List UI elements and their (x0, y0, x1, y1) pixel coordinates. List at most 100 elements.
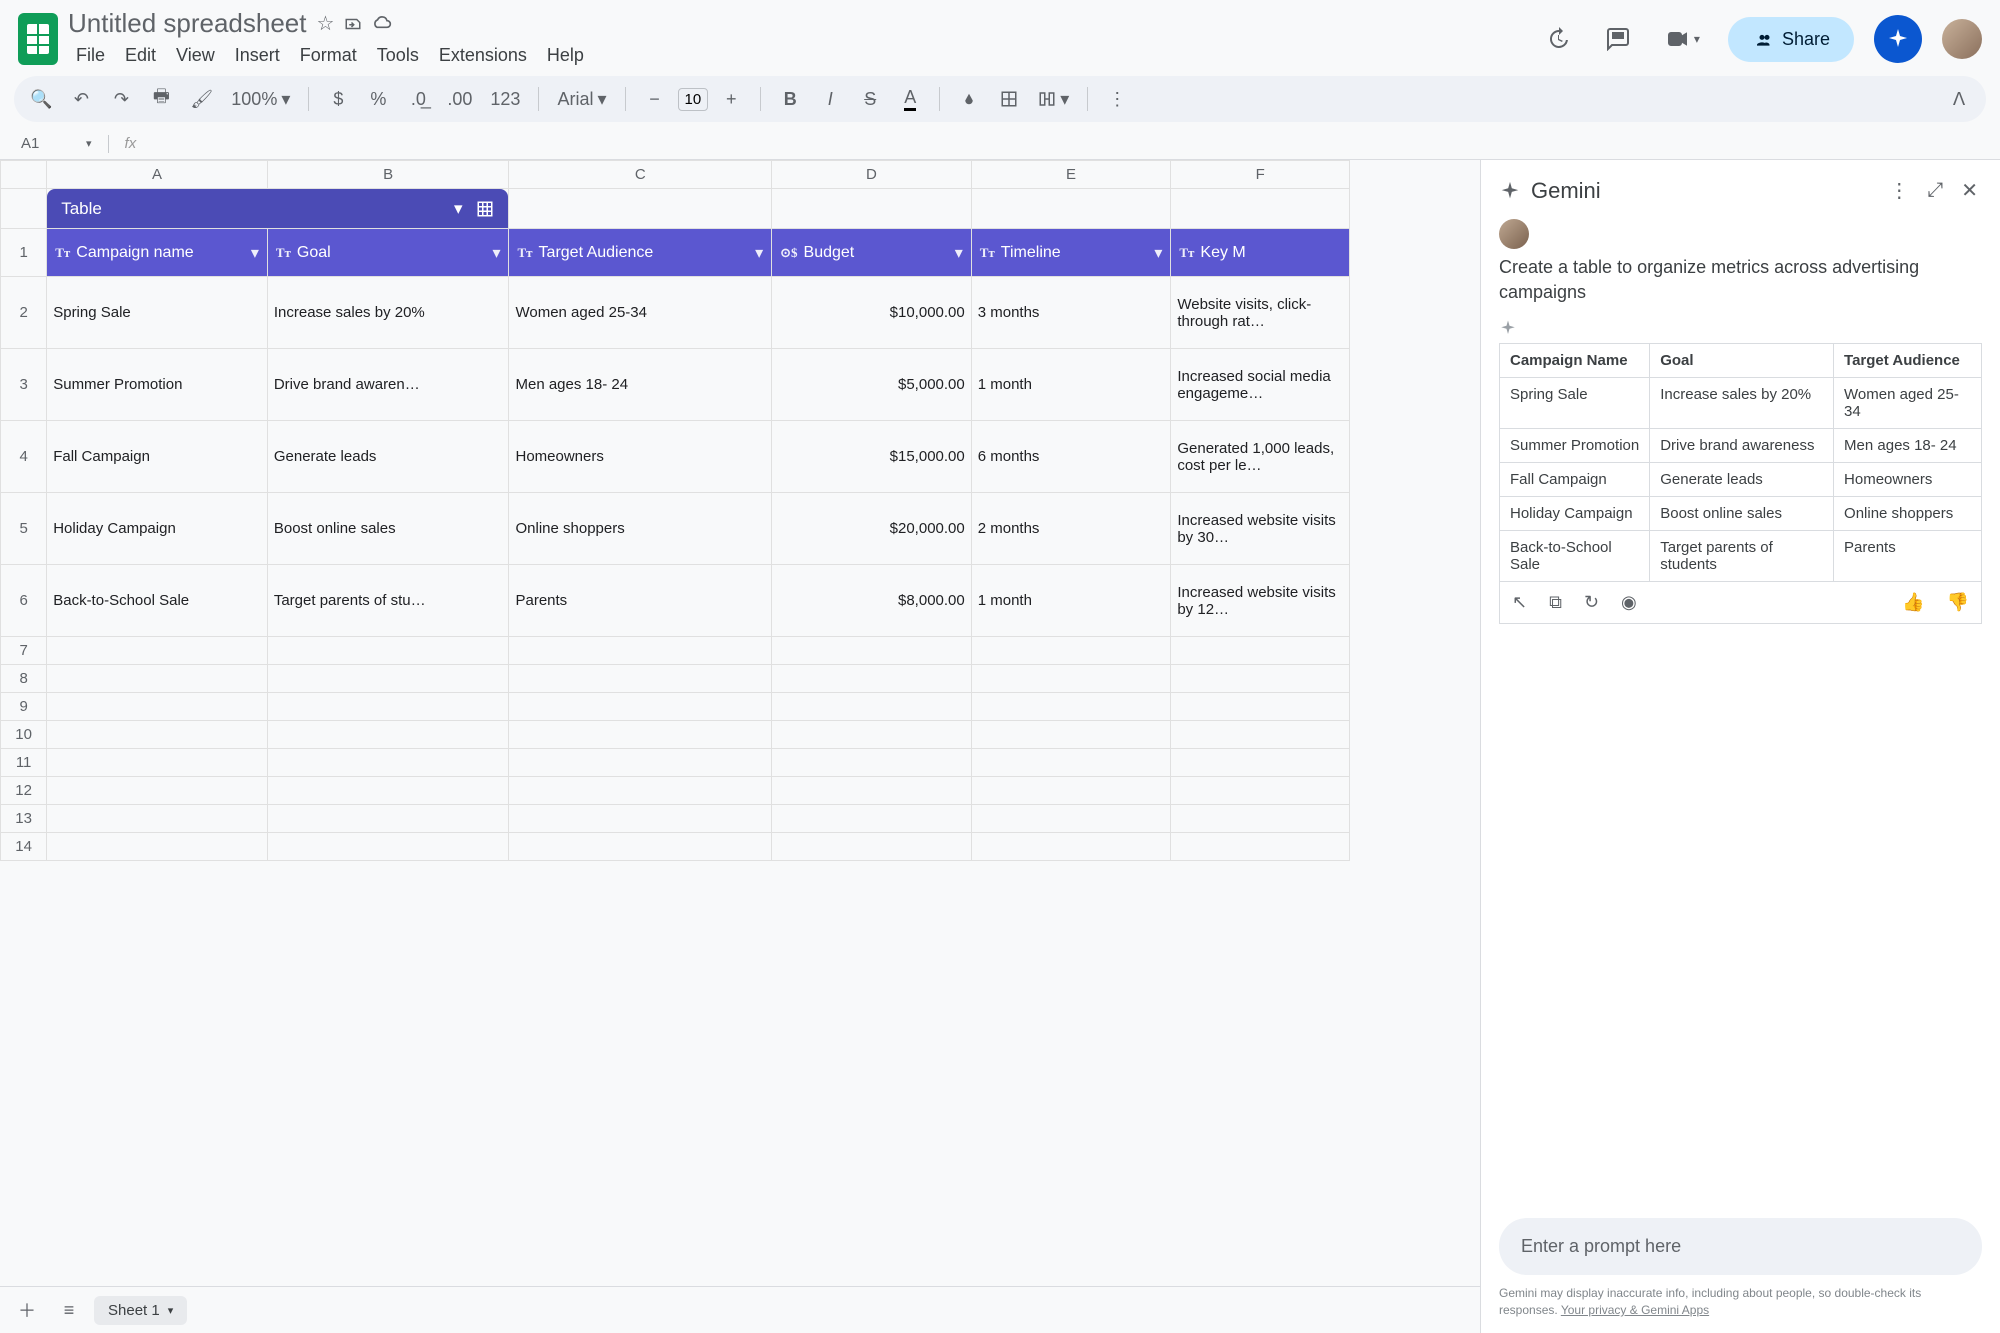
menu-tools[interactable]: Tools (369, 41, 427, 70)
menu-edit[interactable]: Edit (117, 41, 164, 70)
table-grid-icon[interactable] (476, 200, 494, 218)
row-header[interactable]: 10 (1, 721, 47, 749)
row-header[interactable]: 3 (1, 349, 47, 421)
col-header[interactable]: F (1171, 161, 1350, 189)
name-box[interactable]: A1 (14, 132, 76, 155)
menu-file[interactable]: File (68, 41, 113, 70)
expand-icon[interactable]: ⤢ (1923, 175, 1947, 206)
row-header[interactable]: 14 (1, 833, 47, 861)
percent-icon[interactable]: % (361, 82, 395, 116)
spreadsheet-grid[interactable]: A B C D E F Table ▾ (0, 160, 1480, 1333)
doc-title[interactable]: Untitled spreadsheet (68, 8, 306, 39)
font-family-dropdown[interactable]: Arial ▾ (551, 82, 612, 116)
decrease-decimal-icon[interactable]: .0̲ (401, 82, 435, 116)
account-avatar[interactable] (1942, 19, 1982, 59)
more-formats-icon[interactable]: 123 (484, 82, 526, 116)
row-header[interactable]: 4 (1, 421, 47, 493)
copy-icon[interactable]: ⧉ (1549, 592, 1562, 613)
thumbs-down-icon[interactable]: 👎 (1947, 592, 1969, 613)
table-row[interactable]: 10 (1, 721, 1350, 749)
col-header[interactable]: E (971, 161, 1171, 189)
row-header[interactable]: 6 (1, 565, 47, 637)
row-header[interactable]: 11 (1, 749, 47, 777)
table-chip[interactable]: Table ▾ (47, 189, 508, 228)
privacy-link[interactable]: Your privacy & Gemini Apps (1561, 1303, 1709, 1317)
retry-icon[interactable]: ↻ (1584, 592, 1599, 613)
fill-color-icon[interactable] (952, 82, 986, 116)
close-icon[interactable]: ✕ (1957, 174, 1982, 207)
table-row[interactable]: 12 (1, 777, 1350, 805)
undo-icon[interactable]: ↶ (64, 82, 98, 116)
col-header[interactable]: B (267, 161, 509, 189)
chevron-down-icon[interactable]: ▾ (454, 199, 463, 219)
redo-icon[interactable]: ↷ (104, 82, 138, 116)
meet-icon[interactable]: ▾ (1658, 19, 1708, 59)
borders-icon[interactable] (992, 82, 1026, 116)
row-header[interactable]: 7 (1, 637, 47, 665)
col-header[interactable]: A (47, 161, 268, 189)
all-sheets-icon[interactable]: ≡ (52, 1293, 86, 1327)
history-icon[interactable] (1538, 19, 1578, 59)
increase-decimal-icon[interactable]: .00 (441, 82, 478, 116)
print-icon[interactable]: 🖶 (144, 82, 178, 116)
comment-icon[interactable] (1598, 19, 1638, 59)
strikethrough-icon[interactable]: S (853, 82, 887, 116)
table-row[interactable]: 9 (1, 693, 1350, 721)
star-icon[interactable]: ☆ (316, 11, 334, 36)
zoom-dropdown[interactable]: 100% ▾ (225, 82, 296, 116)
sources-icon[interactable]: ◉ (1621, 592, 1637, 613)
col-header[interactable]: D (772, 161, 972, 189)
add-sheet-icon[interactable]: ＋ (10, 1293, 44, 1327)
resp-row: Back-to-School SaleTarget parents of stu… (1500, 531, 1982, 582)
search-menus-icon[interactable]: 🔍 (24, 82, 58, 116)
menu-insert[interactable]: Insert (227, 41, 288, 70)
font-size-input[interactable]: 10 (678, 88, 709, 111)
row-header[interactable]: 13 (1, 805, 47, 833)
sheet-tab-menu-icon[interactable]: ▾ (168, 1304, 174, 1317)
table-row[interactable]: 4 Fall CampaignGenerate leadsHomeowners … (1, 421, 1350, 493)
row-header[interactable]: 5 (1, 493, 47, 565)
table-row[interactable]: 14 (1, 833, 1350, 861)
merge-icon[interactable]: ▾ (1032, 82, 1075, 116)
collapse-toolbar-icon[interactable]: ᐱ (1942, 82, 1976, 116)
font-decrease-icon[interactable]: − (638, 82, 672, 116)
menu-help[interactable]: Help (539, 41, 592, 70)
table-row[interactable]: 8 (1, 665, 1350, 693)
more-options-icon[interactable]: ⋮ (1885, 174, 1913, 207)
table-row[interactable]: 2 Spring SaleIncrease sales by 20%Women … (1, 277, 1350, 349)
gemini-button[interactable] (1874, 15, 1922, 63)
italic-icon[interactable]: I (813, 82, 847, 116)
name-box-dropdown-icon[interactable]: ▾ (86, 137, 92, 150)
font-increase-icon[interactable]: + (714, 82, 748, 116)
row-header[interactable]: 1 (1, 229, 47, 277)
move-icon[interactable] (344, 15, 362, 33)
table-row[interactable]: 11 (1, 749, 1350, 777)
paint-format-icon[interactable]: 🖌 (184, 82, 219, 116)
row-header[interactable]: 9 (1, 693, 47, 721)
cloud-status-icon[interactable] (372, 14, 392, 34)
menu-format[interactable]: Format (292, 41, 365, 70)
menu-extensions[interactable]: Extensions (431, 41, 535, 70)
share-button[interactable]: Share (1728, 17, 1854, 62)
table-row[interactable]: 5 Holiday CampaignBoost online salesOnli… (1, 493, 1350, 565)
sheets-logo-icon[interactable] (18, 13, 58, 65)
row-header[interactable]: 8 (1, 665, 47, 693)
sheet-tab[interactable]: Sheet 1 ▾ (94, 1296, 187, 1325)
table-row[interactable]: 6 Back-to-School SaleTarget parents of s… (1, 565, 1350, 637)
fx-icon: fx (125, 135, 137, 152)
bold-icon[interactable]: B (773, 82, 807, 116)
col-header[interactable]: C (509, 161, 772, 189)
more-toolbar-icon[interactable]: ⋮ (1100, 82, 1134, 116)
menu-view[interactable]: View (168, 41, 223, 70)
thumbs-up-icon[interactable]: 👍 (1902, 592, 1924, 613)
currency-icon[interactable]: $ (321, 82, 355, 116)
insert-icon[interactable]: ↖ (1512, 592, 1527, 613)
row-header[interactable]: 12 (1, 777, 47, 805)
table-row[interactable]: 7 (1, 637, 1350, 665)
table-row[interactable]: 3 Summer PromotionDrive brand awaren…Men… (1, 349, 1350, 421)
text-color-icon[interactable]: A (893, 82, 927, 116)
prompt-input[interactable]: Enter a prompt here (1499, 1218, 1982, 1275)
response-actions: ↖ ⧉ ↻ ◉ 👍 👎 (1499, 582, 1982, 624)
table-row[interactable]: 13 (1, 805, 1350, 833)
row-header[interactable]: 2 (1, 277, 47, 349)
